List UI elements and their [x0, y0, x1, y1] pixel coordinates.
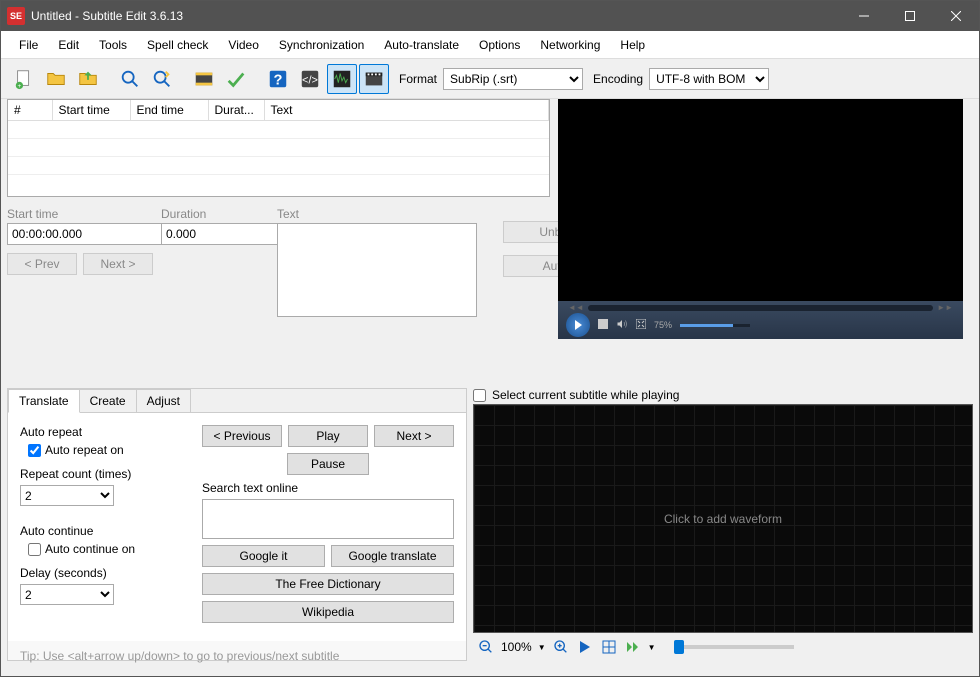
col-duration[interactable]: Durat... — [208, 100, 264, 121]
find-button[interactable] — [115, 64, 145, 94]
zoom-out-icon[interactable] — [477, 638, 495, 656]
duration-input[interactable]: ▲▼ — [161, 223, 221, 245]
google-it-button[interactable]: Google it — [202, 545, 325, 567]
volume-percent: 75% — [654, 320, 672, 330]
menu-tools[interactable]: Tools — [89, 34, 137, 56]
next-button[interactable]: Next > — [83, 253, 153, 275]
zoom-in-icon[interactable] — [552, 638, 570, 656]
encoding-label: Encoding — [593, 72, 643, 86]
subtitle-text-input[interactable] — [277, 223, 477, 317]
translate-play-button[interactable]: Play — [288, 425, 368, 447]
maximize-button[interactable] — [887, 1, 933, 31]
col-text[interactable]: Text — [264, 100, 549, 121]
zoom-level: 100% — [501, 640, 532, 654]
menu-help[interactable]: Help — [610, 34, 655, 56]
autorepeat-title: Auto repeat — [20, 425, 190, 439]
autocontinue-checkbox[interactable]: Auto continue on — [28, 542, 190, 556]
save-button[interactable] — [73, 64, 103, 94]
source-view-button[interactable]: </> — [295, 64, 325, 94]
start-time-label: Start time — [7, 207, 153, 221]
encoding-select[interactable]: UTF-8 with BOM — [649, 68, 769, 90]
translate-next-button[interactable]: Next > — [374, 425, 454, 447]
tip-text: Tip: Use <alt+arrow up/down> to go to pr… — [8, 641, 466, 663]
waveform-position-slider[interactable] — [674, 645, 794, 649]
video-button[interactable] — [359, 64, 389, 94]
menu-options[interactable]: Options — [469, 34, 530, 56]
wave-grid-icon[interactable] — [600, 638, 618, 656]
fullscreen-icon[interactable] — [636, 319, 646, 332]
wave-dropdown-icon[interactable]: ▼ — [648, 643, 656, 652]
duration-label: Duration — [161, 207, 221, 221]
delay-select[interactable]: 2 — [20, 584, 114, 605]
menu-spellcheck[interactable]: Spell check — [137, 34, 218, 56]
search-label: Search text online — [202, 481, 454, 495]
menu-networking[interactable]: Networking — [530, 34, 610, 56]
close-button[interactable] — [933, 1, 979, 31]
play-button[interactable] — [566, 313, 590, 337]
svg-text:</>: </> — [302, 74, 318, 86]
wave-ff-icon[interactable] — [624, 638, 642, 656]
start-time-input[interactable]: ▲▼ — [7, 223, 99, 245]
open-file-button[interactable] — [41, 64, 71, 94]
video-player[interactable]: ◄◄►► 75% — [558, 99, 963, 339]
tab-adjust[interactable]: Adjust — [136, 389, 191, 413]
col-end[interactable]: End time — [130, 100, 208, 121]
col-start[interactable]: Start time — [52, 100, 130, 121]
delay-label: Delay (seconds) — [20, 566, 190, 580]
app-icon: SE — [7, 7, 25, 25]
menu-edit[interactable]: Edit — [48, 34, 89, 56]
text-label: Text — [277, 207, 477, 221]
prev-button[interactable]: < Prev — [7, 253, 77, 275]
volume-icon[interactable] — [616, 318, 628, 333]
autocontinue-title: Auto continue — [20, 524, 190, 538]
zoom-dropdown-icon[interactable]: ▼ — [538, 643, 546, 652]
toolbar: + ? </> Format SubRip (.srt) Encoding UT… — [1, 59, 979, 99]
stop-icon[interactable] — [598, 319, 608, 332]
repeat-count-select[interactable]: 2 — [20, 485, 114, 506]
menubar: File Edit Tools Spell check Video Synchr… — [1, 31, 979, 59]
wave-play-icon[interactable] — [576, 638, 594, 656]
waveform-button[interactable] — [327, 64, 357, 94]
google-translate-button[interactable]: Google translate — [331, 545, 454, 567]
repeat-count-label: Repeat count (times) — [20, 467, 190, 481]
seek-bar[interactable]: ◄◄►► — [588, 305, 933, 311]
svg-text:+: + — [18, 83, 22, 90]
minimize-button[interactable] — [841, 1, 887, 31]
menu-autotranslate[interactable]: Auto-translate — [374, 34, 469, 56]
replace-button[interactable] — [147, 64, 177, 94]
format-select[interactable]: SubRip (.srt) — [443, 68, 583, 90]
volume-slider[interactable] — [680, 324, 750, 327]
menu-sync[interactable]: Synchronization — [269, 34, 374, 56]
waveform-panel[interactable]: Click to add waveform — [473, 404, 973, 633]
menu-video[interactable]: Video — [218, 34, 268, 56]
window-title: Untitled - Subtitle Edit 3.6.13 — [31, 9, 841, 23]
svg-text:?: ? — [274, 72, 283, 88]
tab-create[interactable]: Create — [79, 389, 137, 413]
spellcheck-button[interactable] — [221, 64, 251, 94]
col-number[interactable]: # — [8, 100, 52, 121]
autorepeat-checkbox[interactable]: Auto repeat on — [28, 443, 190, 457]
wikipedia-button[interactable]: Wikipedia — [202, 601, 454, 623]
menu-file[interactable]: File — [9, 34, 48, 56]
new-file-button[interactable]: + — [9, 64, 39, 94]
help-button[interactable]: ? — [263, 64, 293, 94]
select-current-checkbox[interactable]: Select current subtitle while playing — [473, 388, 973, 402]
visual-sync-button[interactable] — [189, 64, 219, 94]
format-label: Format — [399, 72, 437, 86]
translate-pause-button[interactable]: Pause — [287, 453, 368, 475]
tab-translate[interactable]: Translate — [8, 389, 80, 413]
free-dictionary-button[interactable]: The Free Dictionary — [202, 573, 454, 595]
subtitle-grid[interactable]: # Start time End time Durat... Text — [7, 99, 550, 197]
translate-prev-button[interactable]: < Previous — [202, 425, 282, 447]
search-text-input[interactable] — [202, 499, 454, 539]
